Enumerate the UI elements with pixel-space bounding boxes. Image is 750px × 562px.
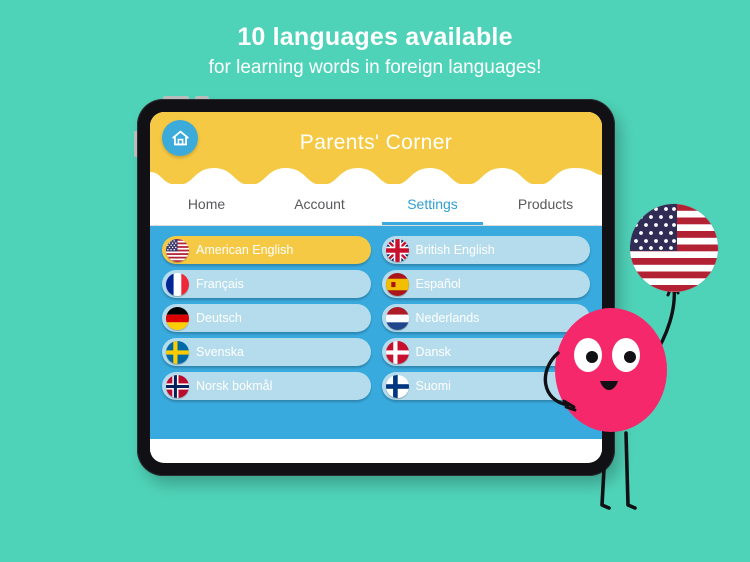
home-icon	[171, 130, 189, 145]
flag-de-icon	[166, 306, 189, 330]
flag-dk-icon	[385, 340, 409, 364]
language-option-deutsch[interactable]: Deutsch	[162, 304, 371, 332]
promo-title: 10 languages available	[237, 23, 513, 51]
language-label: Deutsch	[196, 311, 242, 325]
flag-fi-icon	[385, 374, 409, 398]
language-label: Español	[415, 277, 461, 291]
language-label: Svenska	[196, 345, 244, 359]
flag-us-balloon-icon	[629, 203, 719, 293]
language-label: Dansk	[415, 345, 451, 359]
language-option-american-english[interactable]: American English	[162, 236, 371, 264]
scallop-divider	[150, 168, 602, 185]
mascot-left-pupil	[586, 351, 598, 363]
language-label: Nederlands	[415, 311, 480, 325]
flag-gb-icon	[385, 238, 409, 262]
language-label: Français	[196, 277, 244, 291]
mascot-left-leg	[600, 431, 611, 510]
promo-subtitle: for learning words in foreign languages!	[208, 57, 542, 79]
mascot-right-leg	[624, 431, 637, 510]
secondary-top-button[interactable]	[195, 96, 209, 100]
language-label: American English	[196, 243, 294, 257]
page-title: Parents' Corner	[299, 131, 453, 154]
mascot-character	[516, 203, 750, 562]
language-option-svenska[interactable]: Svenska	[162, 338, 371, 366]
tab-account[interactable]: Account	[263, 184, 376, 225]
promo-banner: 10 languages available for learning word…	[0, 22, 750, 81]
power-button[interactable]	[163, 96, 189, 100]
flag-es-icon	[385, 272, 409, 296]
language-label: Norsk bokmål	[196, 379, 273, 393]
mascot-body	[555, 308, 667, 432]
volume-button[interactable]	[134, 131, 138, 157]
mascot-right-pupil	[624, 351, 636, 363]
flag-us-icon	[166, 238, 189, 262]
flag-se-icon	[166, 340, 189, 364]
flag-no-icon	[166, 374, 189, 398]
app-header: Parents' Corner	[150, 112, 602, 185]
flag-nl-icon	[385, 306, 409, 330]
tab-home[interactable]: Home	[150, 184, 263, 225]
language-label: Suomi	[415, 379, 451, 393]
language-label: British English	[415, 243, 495, 257]
flag-fr-icon	[166, 272, 189, 296]
language-option-norsk-bokmal[interactable]: Norsk bokmål	[162, 372, 371, 400]
home-button[interactable]	[162, 120, 198, 156]
language-option-francais[interactable]: Français	[162, 270, 371, 298]
tab-settings[interactable]: Settings	[376, 184, 489, 225]
